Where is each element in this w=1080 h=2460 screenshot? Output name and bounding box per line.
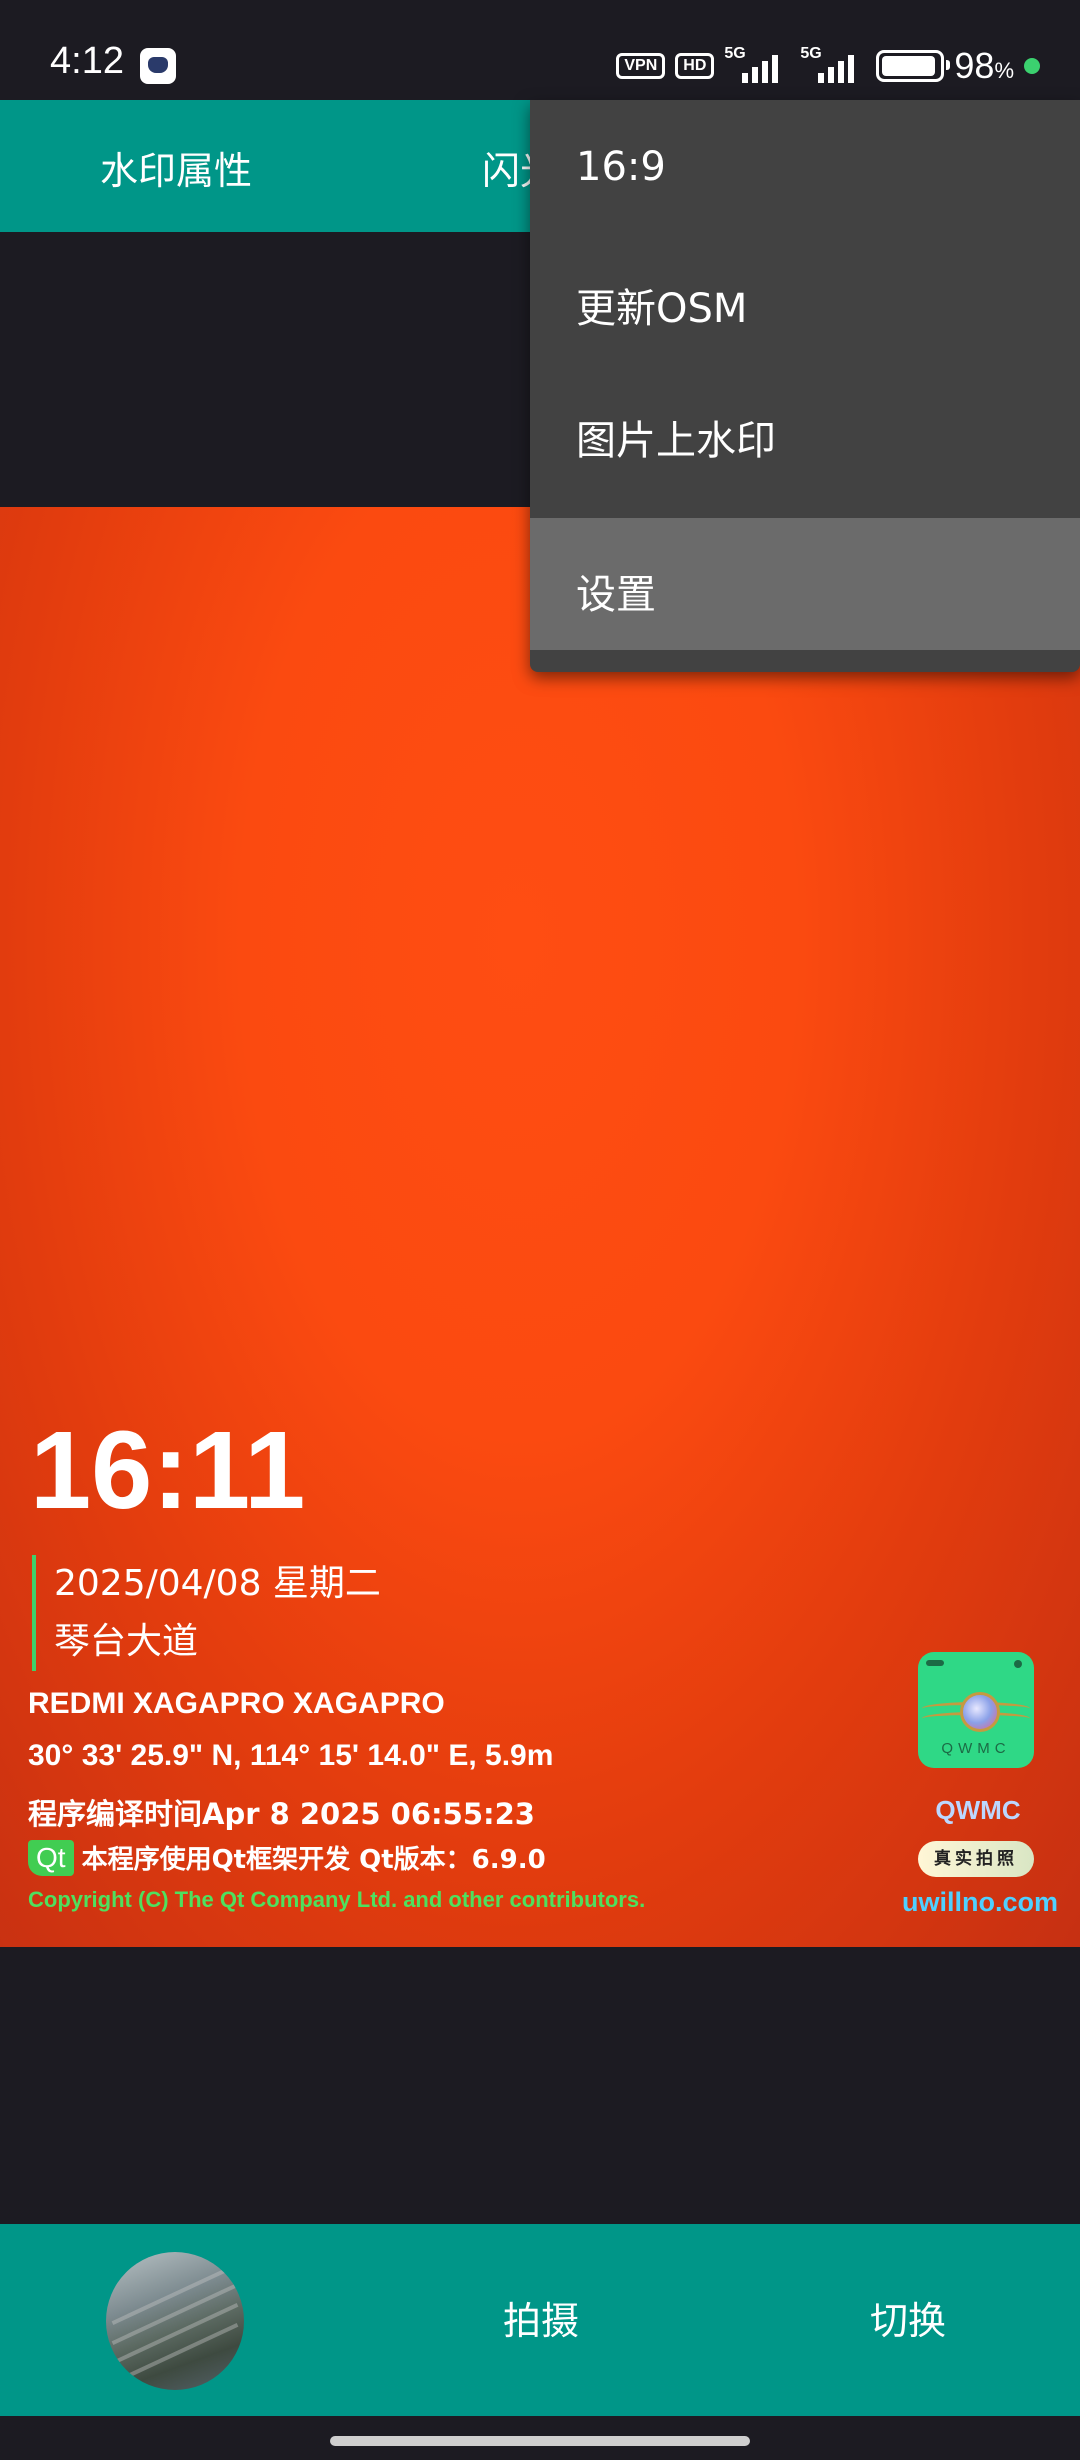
camera-preview[interactable]: 16:11 2025/04/08 星期二 琴台大道 REDMI XAGAPRO … bbox=[0, 507, 1080, 1947]
watermark-coordinates: 30° 33' 25.9" N, 114° 15' 14.0" E, 5.9m bbox=[28, 1739, 554, 1772]
menu-item-settings[interactable]: 设置 bbox=[530, 518, 1080, 650]
signal-icon-2: 5G bbox=[800, 45, 866, 83]
hd-voice-icon: HD bbox=[675, 53, 715, 79]
home-indicator[interactable] bbox=[330, 2436, 750, 2446]
switch-camera-button[interactable]: 切换 bbox=[870, 2290, 946, 2345]
qt-note-text: 本程序使用Qt框架开发 Qt版本：6.9.0 bbox=[81, 1845, 546, 1875]
brand-name: QWMC bbox=[935, 1795, 1021, 1825]
watermark-copyright: Copyright (C) The Qt Company Ltd. and ot… bbox=[28, 1887, 646, 1912]
status-time: 4:12 bbox=[50, 40, 124, 82]
signal-icon-1: 5G bbox=[724, 45, 790, 83]
status-indicators: VPN HD 5G 5G 98% bbox=[616, 45, 1040, 86]
qwmc-camera-logo: QWMC bbox=[918, 1652, 1034, 1768]
qt-logo: Qt bbox=[28, 1839, 74, 1876]
bottom-bar: 拍摄 切换 bbox=[0, 2224, 1080, 2416]
status-bar: 4:12 VPN HD 5G 5G 98% bbox=[0, 0, 1080, 100]
watermark-date: 2025/04/08 星期二 bbox=[54, 1563, 381, 1604]
watermark-build-time: 程序编译时间Apr 8 2025 06:55:23 bbox=[28, 1797, 535, 1831]
watermark-date-block: 2025/04/08 星期二 琴台大道 bbox=[32, 1555, 381, 1671]
tab-watermark-properties[interactable]: 水印属性 bbox=[100, 140, 252, 195]
watermark-time: 16:11 bbox=[30, 1409, 306, 1532]
privacy-dot-icon bbox=[1024, 58, 1040, 74]
watermark-qt-note: Qt 本程序使用Qt框架开发 Qt版本：6.9.0 bbox=[28, 1839, 546, 1876]
notification-app-icon bbox=[140, 48, 176, 84]
authentic-photo-badge: 真实拍照 bbox=[918, 1841, 1034, 1877]
gallery-thumbnail[interactable] bbox=[106, 2252, 244, 2390]
battery-icon bbox=[876, 50, 951, 82]
watermark-location: 琴台大道 bbox=[54, 1621, 199, 1662]
menu-item-update-osm[interactable]: 更新OSM bbox=[530, 232, 1080, 364]
overflow-menu: 16:9 更新OSM 图片上水印 设置 bbox=[530, 100, 1080, 672]
menu-item-aspect-16-9[interactable]: 16:9 bbox=[530, 100, 1080, 232]
shoot-button[interactable]: 拍摄 bbox=[503, 2290, 579, 2345]
menu-item-watermark-image[interactable]: 图片上水印 bbox=[530, 364, 1080, 496]
battery-level: 98% bbox=[954, 45, 1014, 86]
website-label: uwillno.com bbox=[901, 1887, 1058, 1917]
watermark-device: REDMI XAGAPRO XAGAPRO bbox=[28, 1687, 445, 1720]
vpn-icon: VPN bbox=[616, 53, 666, 79]
